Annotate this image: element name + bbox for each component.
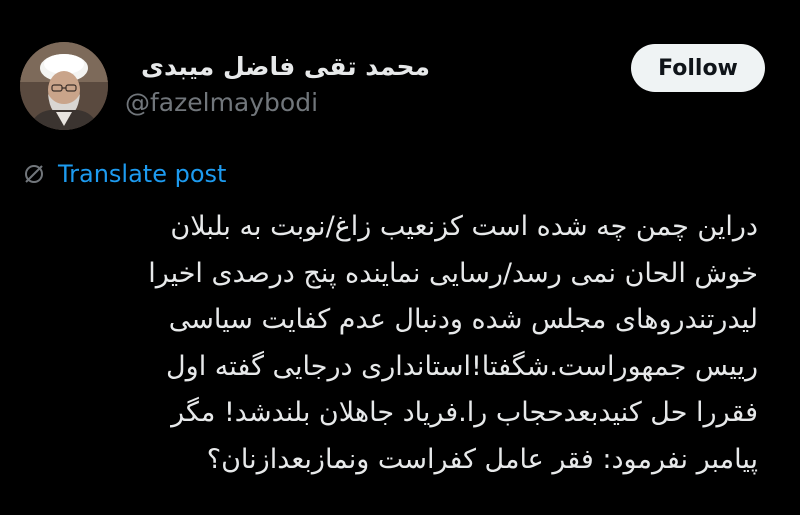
post-text-line: دراین چمن چه شده است کزنعیب زاغ/نوبت به … [170, 211, 758, 242]
post-text-line: خوش الحان نمی رسد/رسایی نماینده پنج درصد… [148, 257, 758, 289]
author-display-name[interactable]: محمد تقی فاضل میبدی [141, 52, 430, 81]
translate-slash-icon [25, 165, 43, 183]
post-card: محمد تقی فاضل میبدی @fazelmaybodi Follow… [0, 0, 800, 515]
avatar[interactable] [20, 42, 108, 130]
post-text: دراین چمن چه شده است کزنعیب زاغ/نوبت به … [18, 204, 758, 483]
translate-post-link[interactable]: Translate post [22, 160, 226, 188]
translate-post-label: Translate post [58, 160, 227, 188]
post-text-line: رییس جمهوراست.شگفتا!استانداری درجایی گفت… [166, 350, 758, 382]
author-handle[interactable]: @fazelmaybodi [125, 88, 318, 117]
post-text-line: پیامبر نفرمود: فقر عامل کفراست ونمازبعدا… [206, 443, 758, 475]
post-text-line: فقررا حل کنیدبعدحجاب را.فریاد جاهلان بلن… [171, 397, 758, 428]
follow-button[interactable]: Follow [631, 44, 765, 92]
avatar-image [20, 42, 108, 130]
post-text-line: لیدرتندروهای مجلس شده ودنبال عدم کفایت س… [168, 304, 758, 335]
